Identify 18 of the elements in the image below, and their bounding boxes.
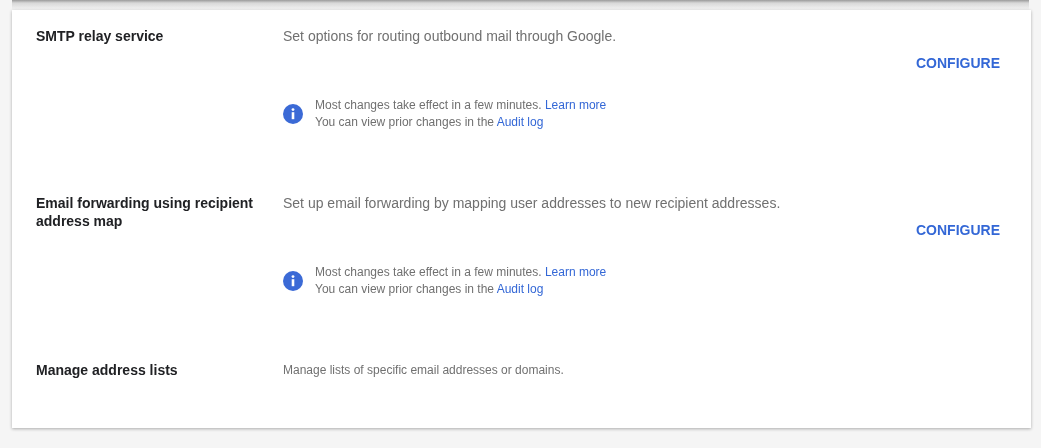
setting-title: Manage address lists (36, 361, 179, 379)
setting-title: Email forwarding using recipient address map (36, 194, 255, 230)
notice-text: Most changes take effect in a few minutes. Learn more (315, 97, 607, 114)
notice-link[interactable]: Audit log (496, 282, 544, 296)
notice-text: You can view prior changes in the Audit log (315, 114, 545, 131)
notice-text: You can view prior changes in the Audit log (315, 281, 545, 298)
setting-description: Set options for routing outbound mail through Google. (283, 27, 618, 45)
info-icon (283, 271, 303, 291)
setting-description: Manage lists of specific email addresses or domains. (283, 362, 565, 379)
configure-button[interactable]: CONFIGURE (916, 53, 1000, 73)
info-icon (283, 104, 303, 124)
notice-text: Most changes take effect in a few minutes. Learn more (315, 264, 607, 281)
configure-button[interactable]: CONFIGURE (916, 220, 1000, 240)
setting-title: SMTP relay service (36, 27, 165, 45)
setting-description: Set up email forwarding by mapping user addresses to new recipient addresses. (283, 194, 782, 212)
notice-link[interactable]: Learn more (544, 265, 607, 279)
notice-link[interactable]: Learn more (544, 98, 607, 112)
notice-link[interactable]: Audit log (496, 115, 544, 129)
